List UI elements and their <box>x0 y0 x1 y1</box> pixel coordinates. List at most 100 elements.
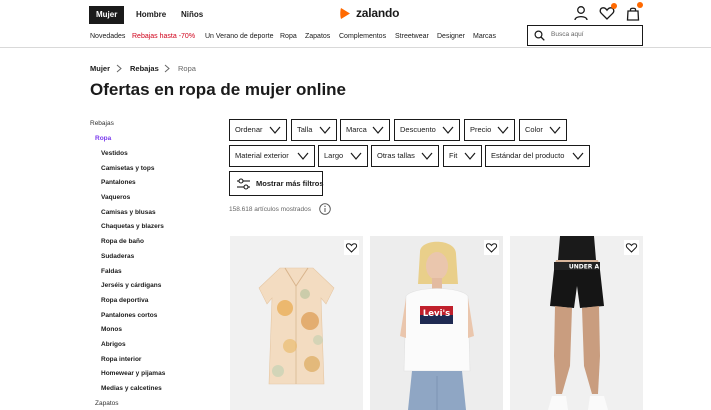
sidebar-item-ropa[interactable]: Ropa <box>95 134 111 143</box>
nav-item-verano-deporte[interactable]: Un Verano de deporte <box>205 32 274 42</box>
zalando-logo-icon <box>340 7 350 19</box>
sidebar-item-rebajas[interactable]: Rebajas <box>90 119 114 128</box>
sliders-icon <box>237 178 250 190</box>
product-card-kimono[interactable] <box>230 236 363 410</box>
breadcrumb-mujer[interactable]: Mujer <box>90 64 110 74</box>
product-card-levis[interactable]: Levi's <box>370 236 503 410</box>
sidebar-item-chaquetas[interactable]: Chaquetas y blazers <box>101 222 164 231</box>
wishlist-badge <box>611 3 617 9</box>
sidebar-item-ropa-bano[interactable]: Ropa de baño <box>101 237 144 246</box>
nav-item-novedades[interactable]: Novedades <box>90 32 125 42</box>
sidebar-item-ropa-interior[interactable]: Ropa interior <box>101 355 141 364</box>
tab-mujer[interactable]: Mujer <box>89 6 125 24</box>
logo-text: zalando <box>356 6 400 20</box>
filter-label: Estándar del producto <box>491 151 565 160</box>
sidebar-item-pantalones-cortos[interactable]: Pantalones cortos <box>101 311 157 320</box>
bag-button[interactable] <box>625 2 643 21</box>
filter-fit[interactable]: Fit <box>443 145 482 167</box>
filter-marca[interactable]: Marca <box>340 119 390 141</box>
filter-label: Otras tallas <box>377 151 415 160</box>
chevron-down-icon <box>421 152 433 160</box>
filter-talla[interactable]: Talla <box>291 119 337 141</box>
nav-item-zapatos[interactable]: Zapatos <box>305 32 330 42</box>
wishlist-heart-button[interactable] <box>624 240 639 255</box>
heart-icon <box>345 243 358 253</box>
results-count: 158.618 artículos mostrados <box>229 206 312 213</box>
breadcrumb-ropa: Ropa <box>178 64 196 73</box>
wishlist-button[interactable] <box>599 3 617 21</box>
sidebar-item-camisetas[interactable]: Camisetas y tops <box>101 164 154 173</box>
filter-label: Descuento <box>400 125 436 134</box>
filter-estandar-producto[interactable]: Estándar del producto <box>485 145 590 167</box>
more-filters-button[interactable]: Mostrar más filtros <box>229 171 324 196</box>
chevron-right-icon <box>116 64 122 73</box>
wishlist-heart-button[interactable] <box>484 240 499 255</box>
product-card-shorts[interactable]: UNDER A <box>510 236 643 410</box>
chevron-down-icon <box>464 152 476 160</box>
sidebar-item-vaqueros[interactable]: Vaqueros <box>101 193 130 202</box>
filter-largo[interactable]: Largo <box>318 145 368 167</box>
filter-precio[interactable]: Precio <box>464 119 515 141</box>
search-input[interactable]: Busca aquí <box>527 25 643 46</box>
chevron-down-icon <box>497 126 509 134</box>
chevron-down-icon <box>297 152 309 160</box>
info-icon[interactable] <box>319 203 331 215</box>
nav-item-designer[interactable]: Designer <box>437 32 465 42</box>
more-filters-label: Mostrar más filtros <box>256 179 324 188</box>
filter-label: Ordenar <box>235 125 263 134</box>
chevron-down-icon <box>442 126 454 134</box>
breadcrumb-rebajas[interactable]: Rebajas <box>130 64 159 74</box>
filter-label: Largo <box>324 151 344 160</box>
product-image-shorts: UNDER A <box>510 236 643 410</box>
sidebar-item-pantalones[interactable]: Pantalones <box>101 178 136 187</box>
sidebar-item-sudaderas[interactable]: Sudaderas <box>101 252 134 261</box>
nav-item-streetwear[interactable]: Streetwear <box>395 32 429 42</box>
chevron-down-icon <box>572 152 584 160</box>
product-image-kimono <box>230 236 363 410</box>
sidebar-item-medias[interactable]: Medias y calcetines <box>101 384 162 393</box>
filter-material-exterior[interactable]: Material exterior <box>229 145 315 167</box>
sidebar-item-camisas[interactable]: Camisas y blusas <box>101 208 156 217</box>
sidebar-item-abrigos[interactable]: Abrigos <box>101 340 126 349</box>
search-icon <box>534 30 545 41</box>
sidebar-item-ropa-deportiva[interactable]: Ropa deportiva <box>101 296 148 305</box>
filter-ordenar[interactable]: Ordenar <box>229 119 287 141</box>
filter-otras-tallas[interactable]: Otras tallas <box>371 145 439 167</box>
sidebar-item-zapatos[interactable]: Zapatos <box>95 399 119 408</box>
wishlist-heart-button[interactable] <box>344 240 359 255</box>
nav-item-marcas[interactable]: Marcas <box>473 32 496 42</box>
sidebar-item-monos[interactable]: Monos <box>101 325 122 334</box>
chevron-down-icon <box>372 126 384 134</box>
sidebar-item-jerseis[interactable]: Jerséis y cárdigans <box>101 281 161 290</box>
user-icon[interactable] <box>573 5 589 21</box>
filter-descuento[interactable]: Descuento <box>394 119 460 141</box>
filter-label: Precio <box>470 125 492 134</box>
filter-label: Fit <box>449 151 458 160</box>
nav-item-complementos[interactable]: Complementos <box>339 32 386 42</box>
sidebar-item-vestidos[interactable]: Vestidos <box>101 149 128 158</box>
search-placeholder: Busca aquí <box>551 31 584 38</box>
zalando-logo[interactable]: zalando <box>339 6 399 20</box>
heart-icon <box>485 243 498 253</box>
sidebar-item-faldas[interactable]: Faldas <box>101 267 122 276</box>
filter-label: Material exterior <box>235 151 289 160</box>
nav-item-ropa[interactable]: Ropa <box>280 32 297 42</box>
chevron-down-icon <box>350 152 362 160</box>
top-bar: Mujer Hombre Niños zalando <box>0 0 711 28</box>
filter-label: Talla <box>297 125 313 134</box>
heart-icon <box>625 243 638 253</box>
chevron-down-icon <box>319 126 331 134</box>
levis-logo-text: Levi's <box>423 309 450 319</box>
filter-color[interactable]: Color <box>519 119 567 141</box>
product-image-levis: Levi's <box>370 236 503 410</box>
chevron-down-icon <box>549 126 561 134</box>
sidebar-item-homewear[interactable]: Homewear y pijamas <box>101 369 165 378</box>
tab-hombre[interactable]: Hombre <box>129 6 173 24</box>
nav-item-rebajas[interactable]: Rebajas hasta -70% <box>132 32 195 42</box>
filter-label: Marca <box>346 125 367 134</box>
tab-ninos[interactable]: Niños <box>174 6 210 24</box>
filter-label: Color <box>525 125 543 134</box>
page-title: Ofertas en ropa de mujer online <box>90 80 347 99</box>
shorts-band-text: UNDER A <box>569 264 600 271</box>
chevron-down-icon <box>269 126 281 134</box>
